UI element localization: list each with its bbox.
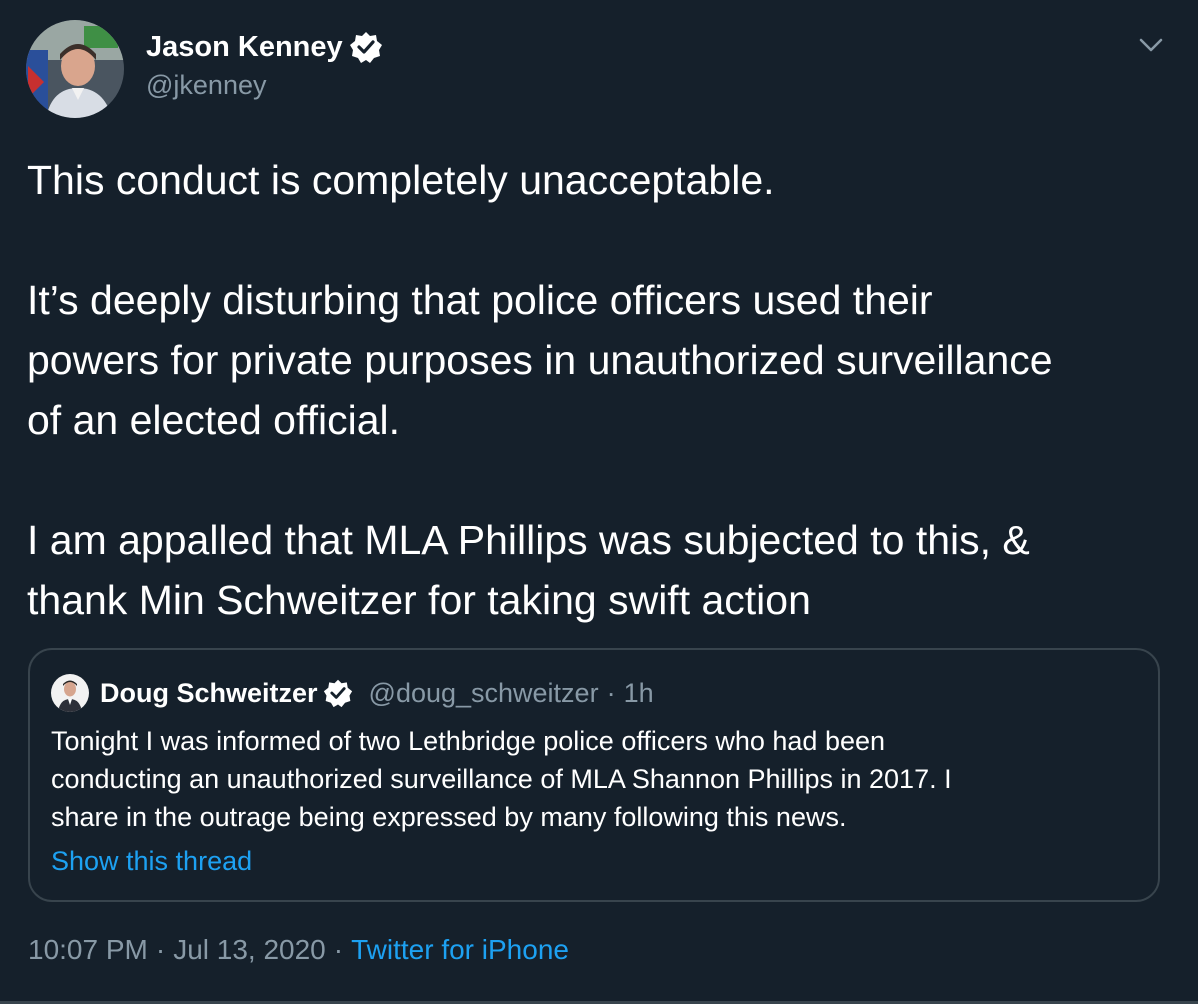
tweet-time[interactable]: 10:07 PM <box>28 934 148 965</box>
quoted-tweet[interactable]: Doug Schweitzer @doug_schweitzer · 1h To… <box>28 648 1160 902</box>
verified-badge-icon <box>349 30 383 64</box>
tweet-line: thank Min Schweitzer for taking swift ac… <box>27 577 811 623</box>
quoted-header: Doug Schweitzer @doug_schweitzer · 1h <box>100 674 654 712</box>
tweet-line: of an elected official. <box>27 397 401 443</box>
tweet-line: I am appalled that MLA Phillips was subj… <box>27 517 1030 563</box>
author-handle[interactable]: @jkenney <box>146 70 266 101</box>
quoted-text-line: conducting an unauthorized surveillance … <box>51 764 952 794</box>
author-avatar[interactable] <box>26 20 124 118</box>
tweet-date[interactable]: Jul 13, 2020 <box>173 934 326 965</box>
author-name-row[interactable]: Jason Kenney <box>146 30 383 64</box>
quoted-author-name: Doug Schweitzer <box>100 677 318 708</box>
tweet-line: It’s deeply disturbing that police offic… <box>27 277 933 323</box>
tweet-text: This conduct is completely unacceptable.… <box>27 150 1177 630</box>
quoted-timestamp: 1h <box>623 677 654 708</box>
separator-dot: · <box>333 934 344 965</box>
tweet-source-link[interactable]: Twitter for iPhone <box>351 934 569 965</box>
tweet-line: powers for private purposes in unauthori… <box>27 337 1053 383</box>
author-name[interactable]: Jason Kenney <box>146 31 343 64</box>
quoted-text-line: Tonight I was informed of two Lethbridge… <box>51 726 886 756</box>
tweet-line: This conduct is completely unacceptable. <box>27 157 775 203</box>
separator-dot: · <box>155 934 166 965</box>
quoted-author-avatar <box>51 674 89 712</box>
separator-dot: · <box>606 677 616 708</box>
show-thread-link[interactable]: Show this thread <box>51 846 252 877</box>
tweet: Jason Kenney @jkenney This conduct is co… <box>0 0 1198 1004</box>
chevron-down-icon[interactable] <box>1136 32 1166 58</box>
quoted-text: Tonight I was informed of two Lethbridge… <box>51 722 1141 836</box>
verified-badge-icon <box>323 678 353 708</box>
quoted-text-line: share in the outrage being expressed by … <box>51 802 847 832</box>
quoted-author-handle: @doug_schweitzer <box>368 677 599 708</box>
tweet-meta: 10:07 PM · Jul 13, 2020 · Twitter for iPhone <box>28 934 569 966</box>
